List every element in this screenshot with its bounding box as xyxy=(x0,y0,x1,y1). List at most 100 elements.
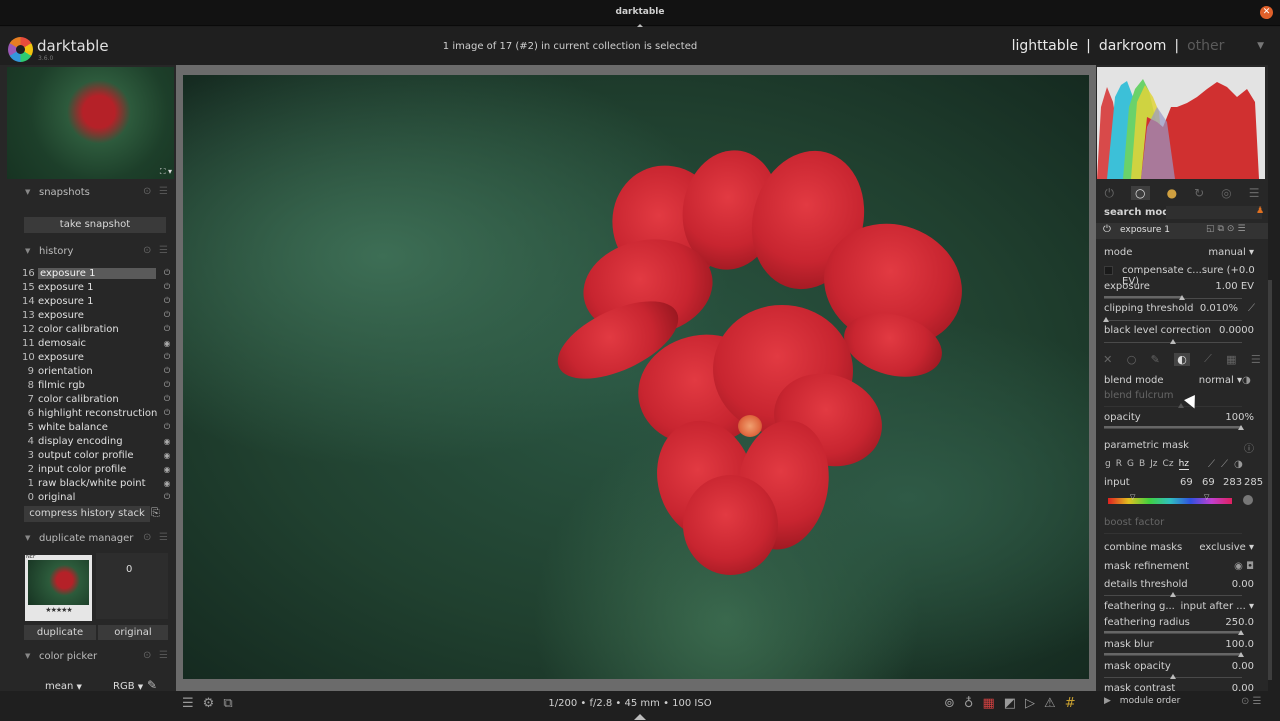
edited-photo[interactable] xyxy=(183,75,1089,679)
presets-menu-icon[interactable]: ☰ xyxy=(159,186,168,197)
clipping-slider[interactable] xyxy=(1103,317,1242,322)
blend-mode-reverse-icon[interactable]: ◑ xyxy=(1242,375,1251,386)
base-modules-tab-icon[interactable]: ○ xyxy=(1131,186,1150,200)
overexposed-indicator-icon[interactable]: ▷ xyxy=(1025,696,1035,711)
search-module-input[interactable] xyxy=(1166,206,1262,219)
parametric-mask-info-icon[interactable]: ⓘ xyxy=(1244,440,1254,455)
history-item[interactable]: 12 color calibration ⏻ xyxy=(22,322,172,336)
history-item[interactable]: 9 orientation ⏻ xyxy=(22,364,172,378)
reset-icon[interactable]: ⊙ xyxy=(143,186,151,197)
history-item[interactable]: 15 exposure 1 ⏻ xyxy=(22,280,172,294)
rating-stars[interactable]: ★★★★★ xyxy=(28,606,89,614)
history-item[interactable]: 8 filmic rgb ⏻ xyxy=(22,378,172,392)
focus-peaking-icon[interactable]: ⊚ xyxy=(944,696,955,711)
effect-modules-tab-icon[interactable]: ◎ xyxy=(1221,186,1231,200)
gradient-marker[interactable]: ▽ xyxy=(1204,493,1209,501)
channel-tab[interactable]: Cz xyxy=(1163,459,1174,470)
color-picker-header[interactable]: ▼ color picker ⊙ ☰ xyxy=(0,649,176,667)
color-modules-tab-icon[interactable]: ● xyxy=(1167,186,1177,200)
softproof-icon[interactable]: ▦ xyxy=(982,696,994,711)
feathering-guide-value[interactable]: input after ... ▾ xyxy=(1181,601,1254,612)
styles-icon[interactable]: ⚙ xyxy=(203,696,215,711)
module-order-row[interactable]: ▶ module order xyxy=(1104,696,1180,706)
active-modules-tab-icon[interactable]: ⏻ xyxy=(1105,186,1115,201)
reset-icon[interactable]: ⊙ xyxy=(143,245,151,256)
combine-masks-row[interactable]: combine masks exclusive ▾ xyxy=(1104,542,1254,553)
module-order-icons[interactable]: ⊙ ☰ xyxy=(1241,696,1262,707)
channel-tab[interactable]: G xyxy=(1127,459,1134,470)
details-threshold-slider[interactable] xyxy=(1104,592,1242,597)
module-group-presets-icon[interactable]: ☰ xyxy=(1249,186,1260,200)
mask-picker-icons[interactable]: ⟋⟋◑ xyxy=(1208,459,1249,470)
mask-blur-slider[interactable] xyxy=(1104,652,1244,657)
compensate-checkbox[interactable] xyxy=(1104,266,1113,275)
invert-polarity-icon[interactable] xyxy=(1243,495,1253,505)
presets-menu-icon[interactable]: ☰ xyxy=(159,532,168,543)
black-level-slider[interactable] xyxy=(1104,339,1242,344)
history-item[interactable]: 13 exposure ⏻ xyxy=(22,308,172,322)
exposure-row[interactable]: exposure 1.00 EV xyxy=(1104,281,1254,292)
presets-menu-icon[interactable]: ☰ xyxy=(159,245,168,256)
history-item[interactable]: 6 highlight reconstruction ⏻ xyxy=(22,406,172,420)
mode-value[interactable]: manual ▾ xyxy=(1208,247,1254,258)
view-lighttable[interactable]: lighttable xyxy=(1012,38,1079,54)
channel-tab[interactable]: g xyxy=(1105,459,1111,470)
blend-raster-icon[interactable]: ▦ xyxy=(1226,353,1236,366)
mask-opacity-row[interactable]: mask opacity 0.00 xyxy=(1104,661,1254,672)
view-darkroom[interactable]: darkroom xyxy=(1099,38,1167,54)
hue-gradient-slider[interactable] xyxy=(1108,498,1232,504)
expand-icon[interactable]: ⛶ ▾ xyxy=(160,167,172,177)
compress-history-button[interactable]: compress history stack xyxy=(24,506,150,522)
correct-modules-tab-icon[interactable]: ↻ xyxy=(1194,186,1204,200)
history-item[interactable]: 10 exposure ⏻ xyxy=(22,350,172,364)
black-level-row[interactable]: black level correction 0.0000 xyxy=(1104,325,1254,336)
feathering-radius-slider[interactable] xyxy=(1104,630,1244,635)
blend-fulcrum-slider[interactable] xyxy=(1104,403,1242,408)
module-power-icon[interactable]: ⏻ xyxy=(1103,224,1111,235)
gradient-marker[interactable]: ▽ xyxy=(1130,493,1135,501)
channel-tab[interactable]: R xyxy=(1116,459,1122,470)
right-panel-scrollbar[interactable] xyxy=(1268,65,1280,691)
feathering-radius-row[interactable]: feathering radius 250.0 xyxy=(1104,617,1254,628)
view-other[interactable]: other xyxy=(1187,38,1249,54)
history-item[interactable]: 0 original ⏻ xyxy=(22,490,172,504)
reset-icon[interactable]: ⊙ xyxy=(143,650,151,661)
channel-tab[interactable]: Jz xyxy=(1150,459,1157,470)
duplicate-manager-header[interactable]: ▼ duplicate manager ⊙ ☰ xyxy=(0,531,176,549)
histogram[interactable] xyxy=(1097,67,1265,179)
close-window-button[interactable]: ✕ xyxy=(1260,6,1273,19)
navigation-thumbnail[interactable]: ⛶ ▾ xyxy=(7,67,174,179)
chevron-down-icon[interactable]: ▼ xyxy=(1257,41,1264,51)
history-header[interactable]: ▼ history ⊙ ☰ xyxy=(0,244,176,262)
collapse-bottom-panel-arrow-icon[interactable] xyxy=(634,714,646,720)
mask-contrast-row[interactable]: mask contrast 0.00 xyxy=(1104,683,1254,691)
details-threshold-row[interactable]: details threshold 0.00 xyxy=(1104,579,1254,590)
history-item[interactable]: 16 exposure 1 ⏻ xyxy=(22,266,172,280)
blend-mode-row[interactable]: blend mode normal ▾ xyxy=(1104,375,1254,386)
history-item[interactable]: 3 output color profile ◉ xyxy=(22,448,172,462)
feathering-guide-row[interactable]: feathering g... input after ... ▾ xyxy=(1104,601,1254,612)
eyedropper-icon[interactable]: ⟋ xyxy=(1248,303,1255,314)
quick-access-menu-icon[interactable]: ☰ xyxy=(182,696,194,711)
opacity-slider[interactable] xyxy=(1104,425,1244,430)
original-button[interactable]: original xyxy=(98,625,168,640)
guides-icon[interactable]: # xyxy=(1065,696,1076,711)
gamut-check-icon[interactable]: ◩ xyxy=(1004,696,1016,711)
mask-display-icon[interactable]: ◉ ◘ xyxy=(1234,561,1254,572)
duplicate-button[interactable]: duplicate xyxy=(24,625,96,640)
reset-icon[interactable]: ⊙ xyxy=(143,532,151,543)
color-assessment-icon[interactable]: ♁ xyxy=(964,696,974,711)
create-style-icon[interactable]: ⎘ xyxy=(151,506,160,520)
opacity-row[interactable]: opacity 100% xyxy=(1104,412,1254,423)
mask-blur-row[interactable]: mask blur 100.0 xyxy=(1104,639,1254,650)
second-window-icon[interactable]: ⧉ xyxy=(223,696,232,711)
duplicate-thumbnail[interactable]: NEF ★★★★★ xyxy=(25,554,92,621)
channel-tab-active[interactable]: hz xyxy=(1178,459,1189,470)
search-clear-icon[interactable]: ♟ xyxy=(1256,206,1264,216)
channel-tab[interactable]: B xyxy=(1139,459,1145,470)
raw-overexposed-icon[interactable]: ⚠ xyxy=(1044,696,1056,711)
clipping-row[interactable]: clipping threshold 0.010% xyxy=(1104,303,1254,314)
history-item[interactable]: 14 exposure 1 ⏻ xyxy=(22,294,172,308)
scrollbar-thumb[interactable] xyxy=(1268,280,1272,680)
blend-uniform-icon[interactable]: ○ xyxy=(1127,353,1137,366)
